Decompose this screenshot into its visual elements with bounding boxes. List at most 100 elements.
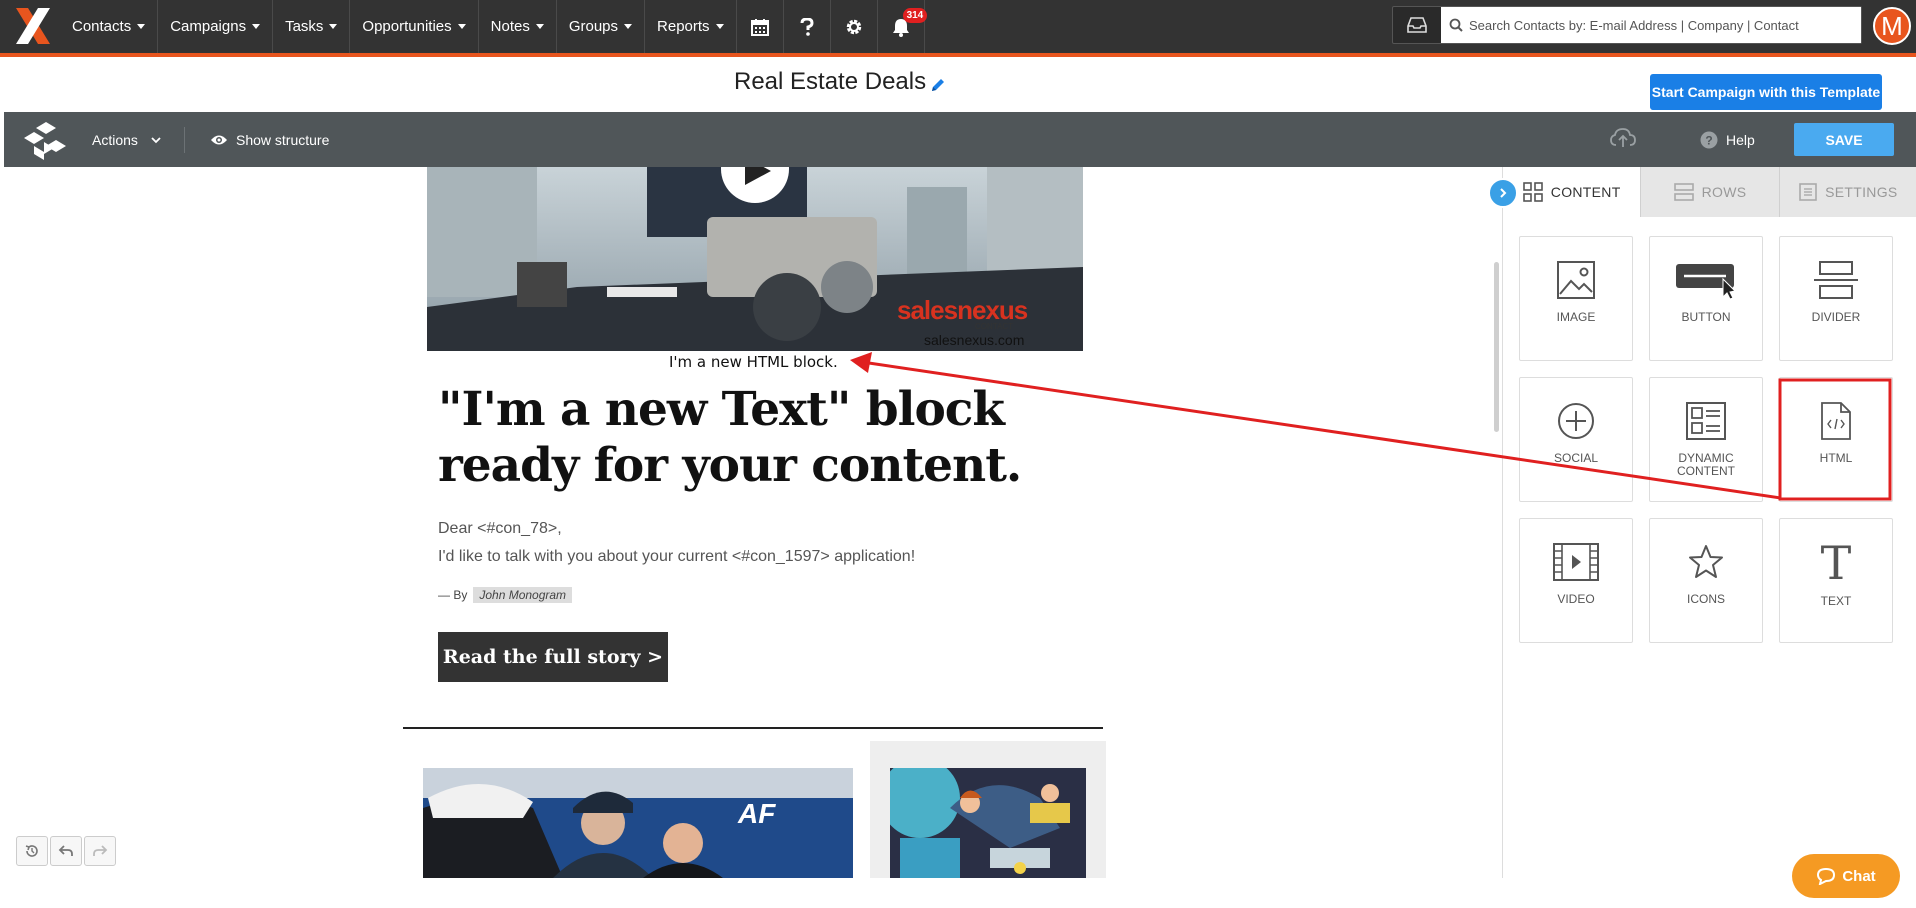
block-social-label: SOCIAL: [1553, 451, 1598, 465]
nav-tasks[interactable]: Tasks: [273, 0, 351, 53]
inbox-tray-button[interactable]: [1393, 7, 1441, 43]
nav-reports[interactable]: Reports: [645, 0, 737, 53]
block-text-label: TEXT: [1820, 594, 1852, 608]
tab-settings[interactable]: SETTINGS: [1778, 167, 1916, 217]
video-icon: [1553, 543, 1599, 581]
chevron-down-icon: [252, 24, 261, 29]
block-html[interactable]: HTML: [1779, 377, 1893, 502]
notification-badge: 314: [902, 8, 928, 23]
tab-content-label: CONTENT: [1550, 184, 1621, 200]
body-text-block[interactable]: Dear <#con_78>, I'd like to talk with yo…: [438, 515, 915, 571]
search-bar: [1392, 6, 1862, 44]
block-divider-label: DIVIDER: [1811, 310, 1861, 324]
save-button[interactable]: SAVE: [1794, 123, 1894, 156]
nav-opportunities[interactable]: Opportunities: [350, 0, 479, 53]
undo-button[interactable]: [50, 836, 82, 866]
nav-notes[interactable]: Notes: [479, 0, 557, 53]
rows-icon: [1673, 183, 1694, 201]
article-image-left[interactable]: AF: [423, 768, 853, 878]
body-line-text: I'd like to talk with you about your cur…: [438, 548, 916, 565]
calendar-button[interactable]: [737, 0, 784, 53]
block-dynamic-content-label: DYNAMIC CONTENT: [1677, 451, 1735, 478]
block-icons-label: ICONS: [1686, 592, 1725, 606]
headline-text[interactable]: "I'm a new Text" block ready for your co…: [438, 382, 1068, 494]
block-html-label: HTML: [1819, 451, 1853, 465]
block-video[interactable]: VIDEO: [1519, 518, 1633, 643]
actions-menu-button[interactable]: Actions: [92, 112, 162, 167]
block-text[interactable]: T TEXT: [1779, 518, 1893, 643]
chevron-down-icon: [715, 24, 724, 29]
block-button[interactable]: BUTTON: [1649, 236, 1763, 361]
nav-contacts[interactable]: Contacts: [60, 0, 159, 53]
search-input[interactable]: [1469, 17, 1859, 33]
chevron-down-icon: [137, 24, 146, 29]
greeting-text: Dear <#con_78>,: [438, 520, 562, 537]
show-structure-button[interactable]: Show structure: [210, 112, 329, 167]
chat-bubble-icon: [1817, 867, 1836, 885]
pencil-icon[interactable]: [930, 77, 946, 93]
text-icon: T: [1821, 543, 1852, 583]
article-image-right[interactable]: [890, 768, 1086, 878]
tab-content[interactable]: CONTENT: [1503, 167, 1641, 217]
panel-collapse-button[interactable]: [1488, 178, 1518, 208]
editor-toolbar: Actions Show structure ? Help SAVE: [4, 112, 1916, 167]
redo-icon: [93, 845, 108, 856]
email-canvas: salesnexus CONTACT salesnexus.com I'm a …: [4, 167, 1502, 878]
show-structure-label: Show structure: [236, 131, 330, 148]
editor-logo: [24, 120, 68, 160]
svg-text:AF: AF: [737, 798, 776, 829]
html-block-content[interactable]: I'm a new HTML block.: [669, 353, 838, 371]
content-blocks-grid: IMAGE BUTTON DIVIDER SOCIAL DYNAMIC CONT…: [1519, 236, 1909, 643]
search-icon: [1449, 18, 1463, 32]
help-nav-button[interactable]: [784, 0, 831, 53]
block-social[interactable]: SOCIAL: [1519, 377, 1633, 502]
tab-rows-label: ROWS: [1701, 184, 1747, 200]
block-dynamic-content[interactable]: DYNAMIC CONTENT: [1649, 377, 1763, 502]
nav-tasks-label: Tasks: [285, 18, 324, 35]
nav-opportunities-label: Opportunities: [362, 18, 452, 35]
block-divider[interactable]: DIVIDER: [1779, 236, 1893, 361]
block-video-label: VIDEO: [1557, 592, 1595, 606]
nav-contacts-label: Contacts: [72, 18, 132, 35]
nav-campaigns[interactable]: Campaigns: [158, 0, 274, 53]
main-menu: Contacts Campaigns Tasks Opportunities N…: [60, 0, 928, 53]
user-avatar[interactable]: M: [1873, 7, 1911, 45]
notifications-button[interactable]: 314: [878, 0, 928, 53]
help-button[interactable]: ? Help: [1700, 112, 1755, 167]
nav-campaigns-label: Campaigns: [170, 18, 247, 35]
image-icon: [1557, 261, 1595, 299]
content-panel: CONTENT ROWS SETTINGS IMAGE BUTTON DIVID…: [1502, 167, 1916, 878]
author-name: John Monogram: [473, 587, 573, 603]
button-icon: [1676, 264, 1737, 299]
dynamic-content-icon: [1686, 402, 1726, 440]
settings-button[interactable]: [831, 0, 878, 53]
hero-video-thumbnail[interactable]: salesnexus CONTACT salesnexus.com: [427, 167, 1083, 351]
tab-settings-label: SETTINGS: [1825, 184, 1898, 200]
byline-prefix: — By: [438, 588, 468, 602]
svg-text:?: ?: [1705, 133, 1712, 147]
history-button[interactable]: [16, 836, 48, 866]
inbox-tray-icon: [1407, 17, 1427, 33]
cloud-upload-icon[interactable]: [1610, 127, 1636, 149]
chevron-down-icon: [329, 24, 338, 29]
search-field: [1441, 7, 1861, 43]
calendar-icon: [750, 18, 769, 36]
html-icon: [1821, 402, 1851, 440]
app-logo[interactable]: [14, 6, 52, 46]
help-label: Help: [1726, 131, 1755, 148]
history-controls: [16, 836, 118, 866]
start-campaign-button[interactable]: Start Campaign with this Template: [1650, 74, 1882, 110]
svg-text:T: T: [1821, 543, 1852, 583]
chat-button[interactable]: Chat: [1792, 854, 1900, 898]
help-circle-icon: ?: [1700, 131, 1718, 148]
template-title: Real Estate Deals: [734, 68, 946, 96]
star-icon: [1689, 545, 1723, 578]
canvas-scrollbar[interactable]: [1494, 262, 1499, 432]
read-story-button[interactable]: Read the full story >: [438, 632, 668, 682]
nav-groups[interactable]: Groups: [557, 0, 646, 53]
chat-label: Chat: [1842, 867, 1876, 885]
block-icons[interactable]: ICONS: [1649, 518, 1763, 643]
redo-button[interactable]: [84, 836, 116, 866]
tab-rows[interactable]: ROWS: [1640, 167, 1778, 217]
block-image[interactable]: IMAGE: [1519, 236, 1633, 361]
